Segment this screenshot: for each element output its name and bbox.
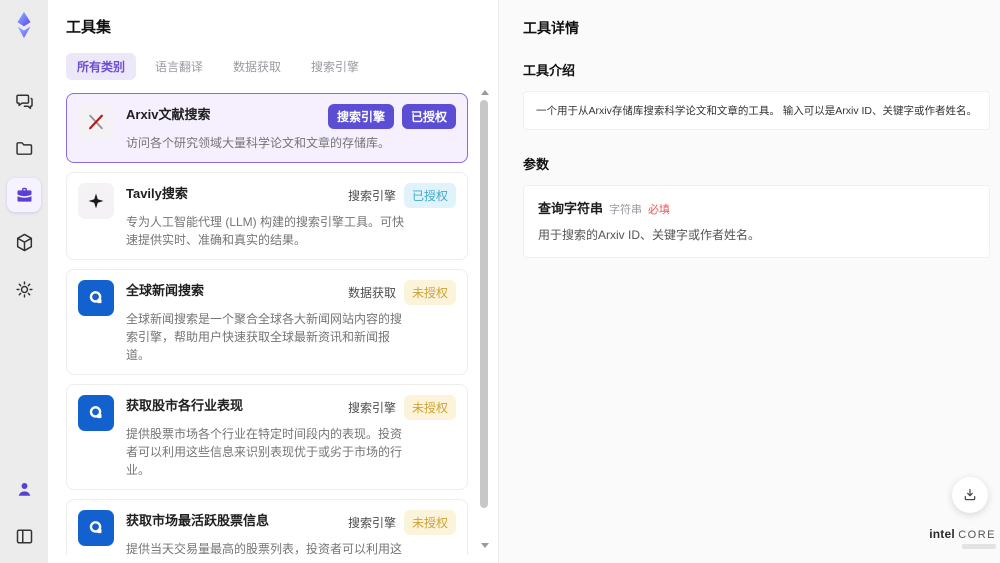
main-area: 工具集 所有类别 语言翻译 数据获取 搜索引擎 Arxiv文献搜索 搜索引擎 已…: [48, 0, 1000, 563]
category-badge: 数据获取: [347, 286, 396, 300]
core-wordmark: CORE: [958, 529, 996, 541]
intel-core-logo: intel CORE: [929, 528, 996, 549]
tool-description: 访问各个研究领域大量科学论文和文章的存储库。: [126, 136, 391, 150]
four-point-star-icon: [78, 183, 114, 219]
auth-badge: 已授权: [401, 104, 456, 129]
tab-search-engine[interactable]: 搜索引擎: [300, 53, 370, 80]
chat-icon[interactable]: [7, 84, 41, 118]
detail-title: 工具详情: [523, 20, 579, 36]
tool-description: 专为人工智能代理 (LLM) 构建的搜索引擎工具。可快速提供实时、准确和真实的结…: [126, 215, 405, 247]
param-description: 用于搜索的Arxiv ID、关键字或作者姓名。: [538, 228, 761, 242]
tool-card-arxiv[interactable]: Arxiv文献搜索 搜索引擎 已授权 访问各个研究领域大量科学论文和文章的存储库…: [66, 93, 468, 163]
tab-all-categories[interactable]: 所有类别: [66, 53, 137, 80]
scrollbar-thumb[interactable]: [480, 100, 488, 508]
auth-badge: 未授权: [403, 395, 456, 420]
tool-intro-card: 一个用于从Arxiv存储库搜索科学论文和文章的工具。 输入可以是Arxiv ID…: [523, 91, 990, 130]
page-title: 工具集: [66, 19, 112, 36]
tool-title: Arxiv文献搜索: [126, 107, 211, 122]
tool-description: 提供股票市场各个行业在特定时间段内的表现。投资者可以利用这些信息来识别表现优于或…: [126, 427, 403, 477]
tool-detail-pane: 工具详情 工具介绍 一个用于从Arxiv存储库搜索科学论文和文章的工具。 输入可…: [498, 0, 1000, 563]
tool-card-global-news[interactable]: 全球新闻搜索 数据获取 未授权 全球新闻搜索是一个聚合全球各大新闻网站内容的搜索…: [66, 269, 468, 375]
category-badge: 搜索引擎: [347, 516, 396, 530]
toolbox-icon[interactable]: [7, 178, 41, 212]
category-badge: 搜索引擎: [347, 401, 396, 415]
download-icon: [964, 489, 976, 501]
tool-description: 提供当天交易量最高的股票列表，投资者可以利用这些信息来识别流动性强的股票和潜在的…: [126, 542, 403, 555]
params-heading: 参数: [523, 157, 550, 172]
tool-list: Arxiv文献搜索 搜索引擎 已授权 访问各个研究领域大量科学论文和文章的存储库…: [66, 93, 468, 555]
scroll-down-arrow[interactable]: [481, 543, 489, 548]
intro-heading: 工具介绍: [523, 63, 576, 78]
param-name: 查询字符串: [538, 201, 604, 216]
tool-card-most-active-stocks[interactable]: 获取市场最活跃股票信息 搜索引擎 未授权 提供当天交易量最高的股票列表，投资者可…: [66, 499, 468, 555]
auth-badge: 未授权: [403, 510, 456, 535]
list-scrollbar[interactable]: [480, 88, 489, 550]
user-icon[interactable]: [7, 472, 41, 506]
app-logo-icon: [7, 8, 41, 42]
tool-card-sector-performance[interactable]: 获取股市各行业表现 搜索引擎 未授权 提供股票市场各个行业在特定时间段内的表现。…: [66, 384, 468, 490]
scroll-up-arrow[interactable]: [481, 90, 489, 95]
param-type: 字符串: [609, 204, 643, 216]
category-tabs: 所有类别 语言翻译 数据获取 搜索引擎: [66, 53, 468, 80]
parameter-card: 查询字符串 字符串 必填 用于搜索的Arxiv ID、关键字或作者姓名。: [523, 185, 990, 258]
tool-list-pane: 工具集 所有类别 语言翻译 数据获取 搜索引擎 Arxiv文献搜索 搜索引擎 已…: [48, 0, 498, 563]
panel-toggle-icon[interactable]: [7, 519, 41, 553]
folder-icon[interactable]: [7, 131, 41, 165]
tab-language-translation[interactable]: 语言翻译: [144, 53, 214, 80]
auth-badge: 已授权: [403, 183, 456, 208]
arxiv-logo-icon: [78, 104, 114, 140]
cube-icon[interactable]: [7, 225, 41, 259]
tool-title: 获取市场最活跃股票信息: [126, 513, 270, 528]
news-search-logo-icon: [78, 280, 114, 316]
tool-title: 全球新闻搜索: [126, 283, 205, 298]
download-button[interactable]: [952, 477, 988, 513]
category-badge: 搜索引擎: [327, 104, 394, 129]
app-sidebar: [0, 0, 48, 563]
brand-accent-bar: [962, 544, 996, 549]
news-search-logo-icon: [78, 395, 114, 431]
tab-data-fetch[interactable]: 数据获取: [222, 53, 292, 80]
tool-title: Tavily搜索: [126, 186, 188, 201]
intel-wordmark: intel: [929, 527, 955, 541]
tool-description: 全球新闻搜索是一个聚合全球各大新闻网站内容的搜索引擎，帮助用户快速获取全球最新资…: [126, 312, 403, 362]
tool-title: 获取股市各行业表现: [126, 398, 244, 413]
tool-card-tavily[interactable]: Tavily搜索 搜索引擎 已授权 专为人工智能代理 (LLM) 构建的搜索引擎…: [66, 172, 468, 260]
param-required-flag: 必填: [648, 204, 671, 216]
category-badge: 搜索引擎: [347, 189, 396, 203]
gear-icon[interactable]: [7, 272, 41, 306]
auth-badge: 未授权: [403, 280, 456, 305]
news-search-logo-icon: [78, 510, 114, 546]
